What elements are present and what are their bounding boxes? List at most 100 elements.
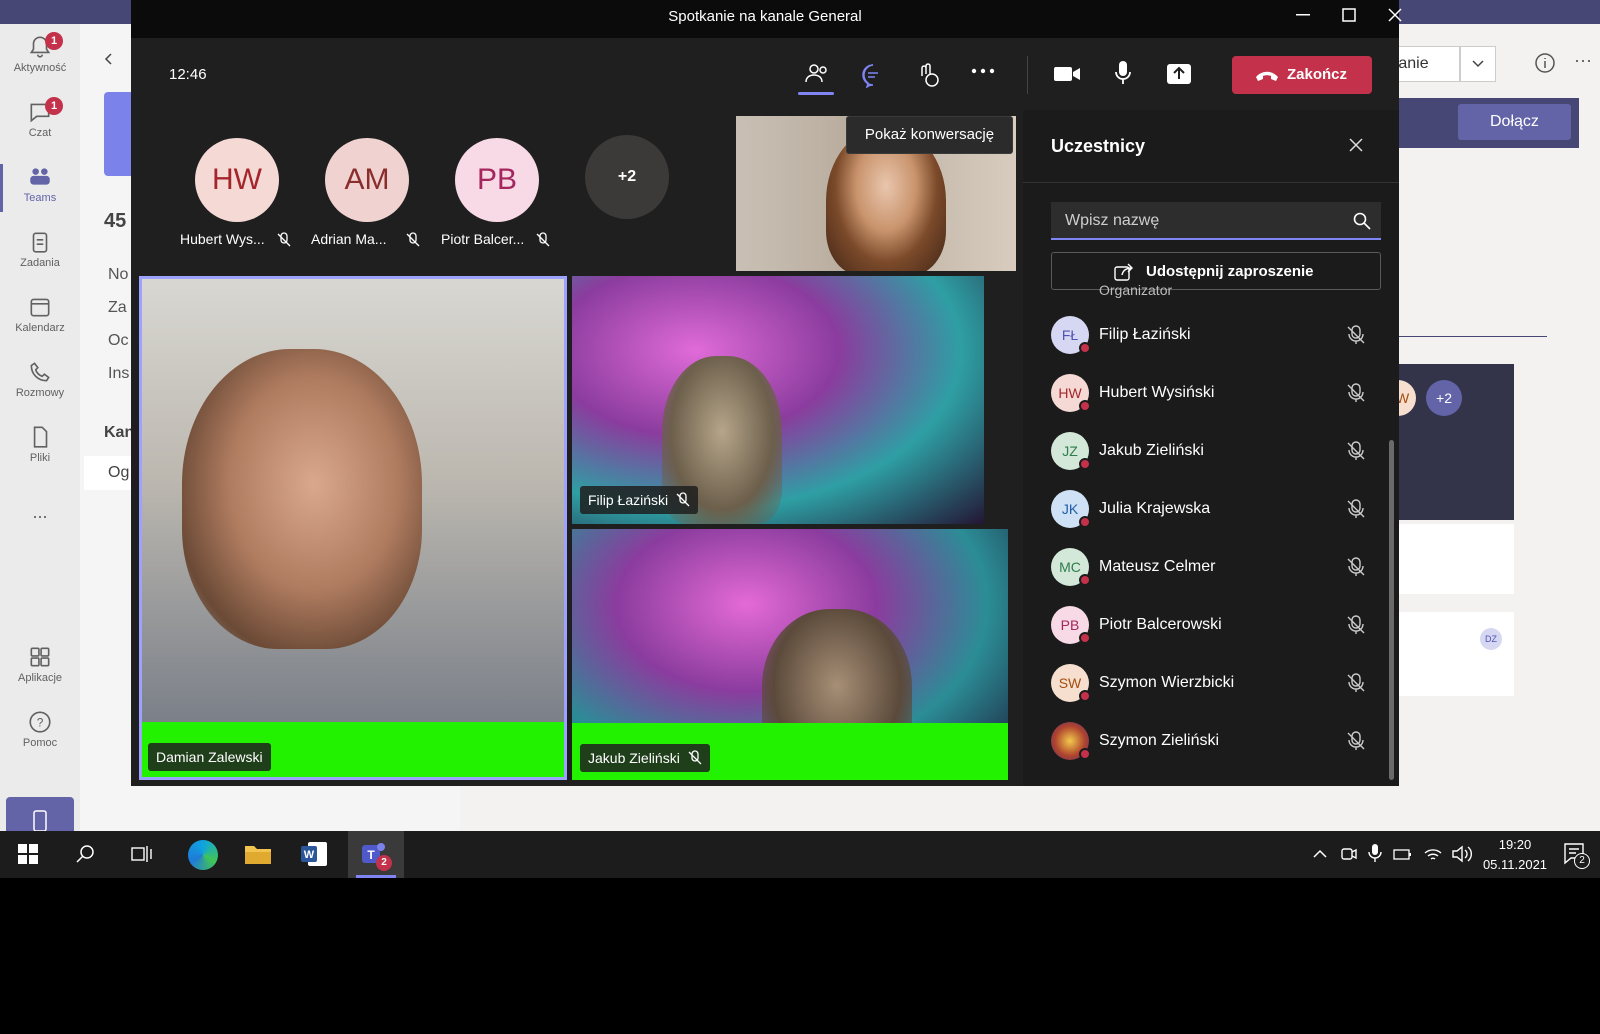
rail-label: Pliki: [29, 452, 51, 464]
taskbar-teams[interactable]: T 2: [348, 831, 404, 878]
mic-off-icon: [1347, 441, 1365, 460]
participant-row[interactable]: MC Mateusz Celmer: [1051, 546, 1371, 590]
calendar-icon: [30, 298, 50, 317]
video-tile-main[interactable]: Damian Zalewski: [139, 276, 567, 780]
camera-button[interactable]: [1047, 54, 1087, 94]
rail-item-apps[interactable]: Aplikacje: [0, 638, 80, 698]
meeting-titlebar: Spotkanie na kanale General: [131, 0, 1402, 38]
participant-search-input[interactable]: Wpisz nazwę: [1051, 202, 1381, 240]
team-tile[interactable]: [104, 92, 134, 176]
taskbar-time[interactable]: 19:20: [1480, 837, 1550, 852]
mic-off-icon: [536, 232, 550, 247]
rail-item-files[interactable]: Pliki: [0, 418, 80, 478]
participant-row[interactable]: Szymon Zieliński: [1051, 720, 1371, 764]
microphone-button[interactable]: [1103, 54, 1143, 94]
participant-name: Szymon Wierzbicki: [1099, 674, 1235, 691]
share-screen-button[interactable]: [1159, 54, 1199, 94]
rail-more-button[interactable]: ...: [0, 502, 80, 562]
participant-avatar[interactable]: PB: [455, 138, 539, 222]
close-panel-icon[interactable]: [1345, 134, 1367, 156]
mic-off-icon: [406, 232, 420, 247]
participant-avatar[interactable]: HW: [195, 138, 279, 222]
rail-item-tasks[interactable]: Zadania: [0, 223, 80, 283]
participant-avatar[interactable]: AM: [325, 138, 409, 222]
meet-dropdown-button[interactable]: [1460, 46, 1496, 82]
rail-label: Teams: [23, 192, 57, 204]
meeting-toolbar: 12:46 Zakończ: [131, 38, 1399, 110]
rail-item-calls[interactable]: Rozmowy: [0, 353, 80, 413]
more-options-icon[interactable]: ···: [1574, 50, 1592, 71]
start-button[interactable]: [0, 831, 56, 878]
overflow-participants-badge[interactable]: +2: [585, 135, 669, 219]
video-tile-jakub[interactable]: Jakub Zieliński: [572, 529, 1008, 780]
taskbar-file-explorer[interactable]: [230, 831, 286, 878]
rail-item-calendar[interactable]: Kalendarz: [0, 288, 80, 348]
participant-row[interactable]: JK Julia Krajewska: [1051, 488, 1371, 532]
rail-item-activity[interactable]: 1 Aktywność: [0, 28, 80, 88]
meeting-title: Spotkanie na kanale General: [668, 8, 862, 25]
participants-button[interactable]: [796, 54, 836, 95]
panel-title: Uczestnicy: [1051, 136, 1146, 156]
participant-row[interactable]: PB Piotr Balcerowski: [1051, 604, 1371, 648]
battery-icon[interactable]: [1393, 845, 1413, 863]
mic-off-icon: [676, 492, 690, 507]
mic-off-icon: [277, 232, 291, 247]
app-rail: 1 Aktywność 1 Czat Teams Zadania Kalenda…: [0, 24, 80, 845]
task-view-button[interactable]: [114, 831, 170, 878]
taskbar-search-button[interactable]: [58, 831, 114, 878]
participant-row[interactable]: HW Hubert Wysiński: [1051, 372, 1371, 416]
mic-off-icon: [1347, 673, 1365, 692]
more-actions-button[interactable]: [963, 54, 1003, 94]
info-icon[interactable]: [1534, 52, 1556, 74]
chevron-left-icon[interactable]: [102, 52, 116, 66]
rail-item-teams[interactable]: Teams: [0, 158, 80, 218]
activity-badge: 1: [45, 32, 63, 50]
notifications-button[interactable]: 2: [1562, 841, 1590, 869]
wifi-icon[interactable]: [1423, 844, 1443, 864]
taskbar-word[interactable]: W: [286, 831, 342, 878]
toolbar-divider: [1027, 56, 1028, 94]
participant-name: Piotr Balcer...: [441, 231, 525, 247]
organizer-label: Organizator: [1099, 282, 1173, 298]
meeting-camera-tray-icon[interactable]: [1340, 845, 1358, 863]
presence-dot: [1079, 516, 1091, 528]
list-item-partial[interactable]: Oc: [108, 332, 128, 350]
video-name-tag: Filip Łaziński: [580, 486, 699, 514]
panel-scrollbar[interactable]: [1389, 440, 1394, 780]
end-call-button[interactable]: Zakończ: [1232, 56, 1372, 94]
chevron-up-icon[interactable]: [1313, 849, 1327, 859]
video-tile-filip[interactable]: Filip Łaziński: [572, 276, 984, 524]
taskbar-edge[interactable]: [174, 831, 230, 878]
search-icon: [1353, 212, 1371, 230]
close-window-button[interactable]: [1372, 0, 1418, 32]
maximize-button[interactable]: [1326, 0, 1372, 32]
rail-item-chat[interactable]: 1 Czat: [0, 93, 80, 153]
channel-label-partial: Og: [108, 464, 130, 481]
presence-dot: [1079, 690, 1091, 702]
participant-row[interactable]: FŁ Filip Łaziński: [1051, 314, 1371, 358]
notification-count-badge: 2: [1574, 853, 1590, 869]
show-chat-button[interactable]: [852, 54, 892, 94]
presence-dot: [1079, 342, 1091, 354]
participant-row[interactable]: SW Szymon Wierzbicki: [1051, 662, 1371, 706]
join-button[interactable]: Dołącz: [1458, 104, 1571, 140]
rail-item-help[interactable]: ? Pomoc: [0, 703, 80, 763]
participant-row[interactable]: JZ Jakub Zieliński: [1051, 430, 1371, 474]
list-item-partial[interactable]: Za: [108, 299, 127, 317]
participant-name: Hubert Wys...: [180, 231, 265, 247]
volume-icon[interactable]: [1451, 844, 1473, 864]
chat-badge: 1: [45, 97, 63, 115]
mic-off-icon: [688, 750, 702, 765]
minimize-button[interactable]: [1280, 0, 1326, 32]
participant-name: Szymon Zieliński: [1099, 732, 1220, 749]
taskbar-date[interactable]: 05.11.2021: [1478, 857, 1552, 872]
reactions-button[interactable]: [907, 54, 947, 94]
list-item-partial[interactable]: Ins: [108, 365, 129, 383]
active-indicator: [798, 92, 834, 95]
list-item-partial[interactable]: No: [108, 266, 128, 284]
share-invite-label: Udostępnij zaproszenie: [1146, 263, 1314, 280]
presence-dot: [1079, 400, 1091, 412]
active-app-indicator: [356, 875, 396, 878]
mic-off-icon: [1347, 383, 1365, 402]
microphone-tray-icon[interactable]: [1368, 843, 1382, 863]
